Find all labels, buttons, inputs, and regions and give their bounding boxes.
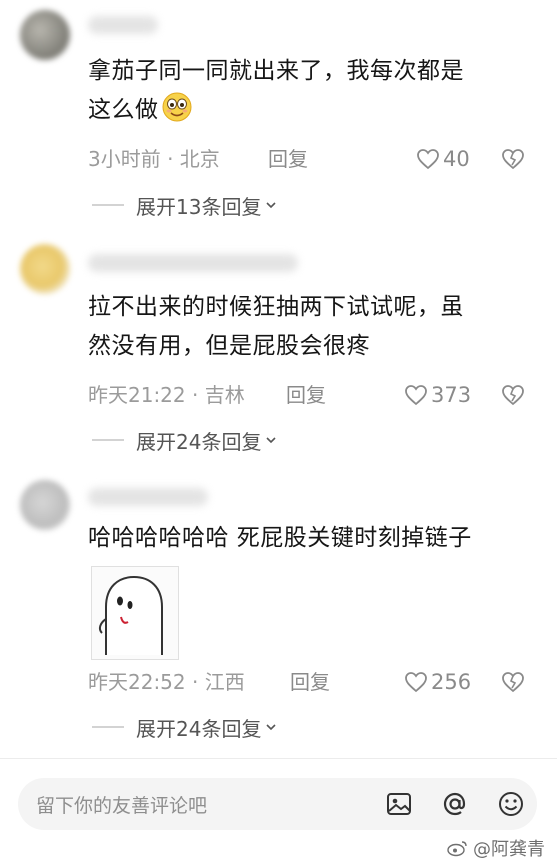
at-sign-icon[interactable] bbox=[438, 787, 472, 821]
like-button[interactable]: 40 bbox=[416, 144, 470, 174]
divider-line bbox=[92, 439, 124, 441]
expand-replies-button[interactable]: 展开13条回复 bbox=[92, 191, 277, 219]
username-blurred[interactable] bbox=[88, 488, 208, 506]
comment-text-line: 拿茄子同一同就出来了，我每次都是 bbox=[88, 58, 464, 84]
watermark-text: @阿龚青 bbox=[473, 839, 545, 860]
time-location: 昨天21:22 · 吉林 bbox=[88, 383, 245, 407]
reply-button[interactable]: 回复 bbox=[286, 380, 326, 410]
reply-button[interactable]: 回复 bbox=[268, 144, 308, 174]
weibo-logo-icon bbox=[447, 841, 467, 857]
reply-button[interactable]: 回复 bbox=[290, 667, 330, 697]
like-count: 40 bbox=[443, 147, 470, 171]
expand-replies-label: 展开24条回复 bbox=[136, 716, 262, 741]
comment-text-line-part: 这么做 bbox=[88, 97, 159, 123]
comment-text: 拿茄子同一同就出来了，我每次都是 这么做 bbox=[88, 52, 543, 130]
heart-outline-icon bbox=[417, 149, 439, 170]
comment-input[interactable]: 留下你的友善评论吧 bbox=[18, 778, 537, 830]
username-blurred[interactable] bbox=[88, 16, 158, 34]
comment-text-line: 然没有用，但是屁股会很疼 bbox=[88, 333, 370, 359]
heart-outline-icon bbox=[405, 672, 427, 693]
like-count: 373 bbox=[431, 383, 472, 407]
smiley-icon[interactable] bbox=[494, 787, 528, 821]
divider-line bbox=[92, 204, 124, 206]
expand-replies-label: 展开13条回复 bbox=[136, 194, 262, 219]
avatar[interactable] bbox=[20, 244, 70, 294]
chevron-down-icon bbox=[266, 202, 277, 209]
time-location: 昨天22:52 · 江西 bbox=[88, 670, 245, 694]
avatar[interactable] bbox=[20, 10, 70, 60]
comment-text: 拉不出来的时候狂抽两下试试呢，虽 然没有用，但是屁股会很疼 bbox=[88, 288, 543, 366]
comment-text-line: 这么做 bbox=[88, 91, 543, 130]
comment-meta: 昨天21:22 · 吉林 回复 373 bbox=[88, 380, 533, 410]
image-icon[interactable] bbox=[382, 787, 416, 821]
like-button[interactable]: 256 bbox=[404, 667, 471, 697]
expand-replies-button[interactable]: 展开24条回复 bbox=[92, 713, 277, 741]
like-button[interactable]: 373 bbox=[404, 380, 471, 410]
comment-text-line: 拉不出来的时候狂抽两下试试呢，虽 bbox=[88, 294, 464, 320]
comment-meta: 3小时前 · 北京 回复 40 bbox=[88, 144, 533, 174]
divider-line bbox=[92, 726, 124, 728]
broken-heart-icon[interactable] bbox=[501, 147, 525, 171]
ghost-sticker-drawing bbox=[98, 575, 163, 655]
comment-meta: 昨天22:52 · 江西 回复 256 bbox=[88, 667, 533, 697]
comment-composer-bar: 留下你的友善评论吧 @阿龚青 bbox=[0, 758, 557, 865]
like-count: 256 bbox=[431, 670, 472, 694]
avatar[interactable] bbox=[20, 480, 70, 530]
chevron-down-icon bbox=[266, 437, 277, 444]
comment-text: 哈哈哈哈哈哈 死屁股关键时刻掉链子 bbox=[88, 519, 543, 558]
broken-heart-icon[interactable] bbox=[501, 670, 525, 694]
broken-heart-icon[interactable] bbox=[501, 383, 525, 407]
expand-replies-label: 展开24条回复 bbox=[136, 429, 262, 454]
chevron-down-icon bbox=[266, 724, 277, 731]
expand-replies-button[interactable]: 展开24条回复 bbox=[92, 426, 277, 454]
watermark: @阿龚青 bbox=[447, 835, 545, 861]
username-blurred[interactable] bbox=[88, 254, 298, 272]
heart-outline-icon bbox=[405, 385, 427, 406]
comment-text-line: 哈哈哈哈哈哈 死屁股关键时刻掉链子 bbox=[88, 525, 472, 551]
time-location: 3小时前 · 北京 bbox=[88, 147, 220, 171]
sticker-image[interactable] bbox=[91, 566, 179, 660]
drool-emoji-icon bbox=[162, 92, 191, 122]
comment-input-placeholder: 留下你的友善评论吧 bbox=[36, 795, 208, 817]
